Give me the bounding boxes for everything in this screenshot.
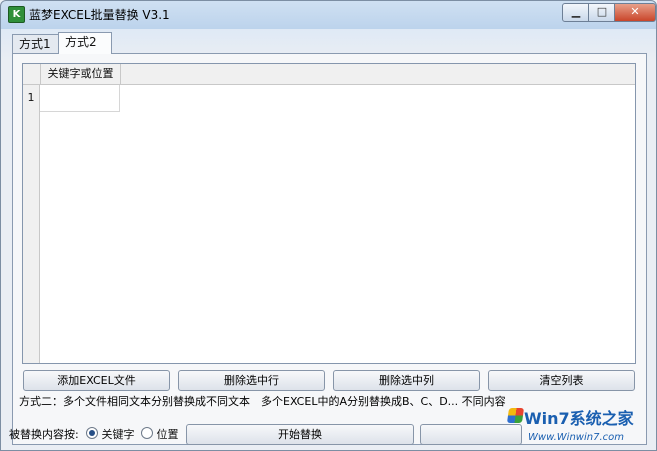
radio-keyword[interactable]: 关键字: [86, 426, 135, 442]
watermark: Win7系统之家 Www.Winwin7.com: [506, 405, 656, 449]
minimize-button[interactable]: ▁: [562, 3, 590, 22]
start-replace-button[interactable]: 开始替换: [186, 424, 414, 445]
radio-position-label: 位置: [156, 428, 179, 441]
method-description: 方式二：多个文件相同文本分别替换成不同文本 多个EXCEL中的A分别替换成B、C…: [19, 395, 506, 408]
title-bar: K 蓝梦EXCEL批量替换 V3.1 ▁ □ ✕: [1, 1, 656, 27]
delete-column-button[interactable]: 删除选中列: [333, 370, 480, 391]
add-excel-button[interactable]: 添加EXCEL文件: [23, 370, 170, 391]
radio-unselected-icon[interactable]: [141, 427, 153, 439]
watermark-url: Www.Winwin7.com: [528, 432, 624, 443]
delete-row-button[interactable]: 删除选中行: [178, 370, 325, 391]
keyword-grid[interactable]: 关键字或位置 1: [22, 63, 636, 364]
column-header-keyword[interactable]: 关键字或位置: [40, 64, 121, 84]
excel-app-icon: K: [8, 6, 25, 23]
tab-method-2[interactable]: 方式2: [58, 32, 112, 54]
clear-list-button[interactable]: 清空列表: [488, 370, 635, 391]
close-button[interactable]: ✕: [614, 3, 656, 22]
tab-panel: 关键字或位置 1 添加EXCEL文件 删除选中行 删除选中列 清空列表 方式二：…: [12, 53, 647, 445]
extra-button[interactable]: [420, 424, 522, 445]
watermark-title: Win7系统之家: [524, 409, 634, 428]
radio-keyword-label: 关键字: [101, 428, 135, 441]
radio-position[interactable]: 位置: [141, 426, 179, 442]
windows-logo-icon: [506, 408, 525, 423]
row-number[interactable]: 1: [23, 91, 39, 104]
maximize-button[interactable]: □: [588, 3, 616, 22]
grid-cell[interactable]: [40, 85, 120, 112]
tab-method-1[interactable]: 方式1: [12, 34, 61, 53]
row-header-strip: [23, 85, 40, 363]
window-title: 蓝梦EXCEL批量替换 V3.1: [29, 8, 170, 22]
app-window: K 蓝梦EXCEL批量替换 V3.1 ▁ □ ✕ 方式1 方式2 关键字或位置 …: [0, 0, 657, 451]
grid-header: 关键字或位置: [23, 64, 635, 85]
radio-selected-icon[interactable]: [86, 427, 98, 439]
replace-by-label: 被替换内容按:: [9, 428, 79, 441]
